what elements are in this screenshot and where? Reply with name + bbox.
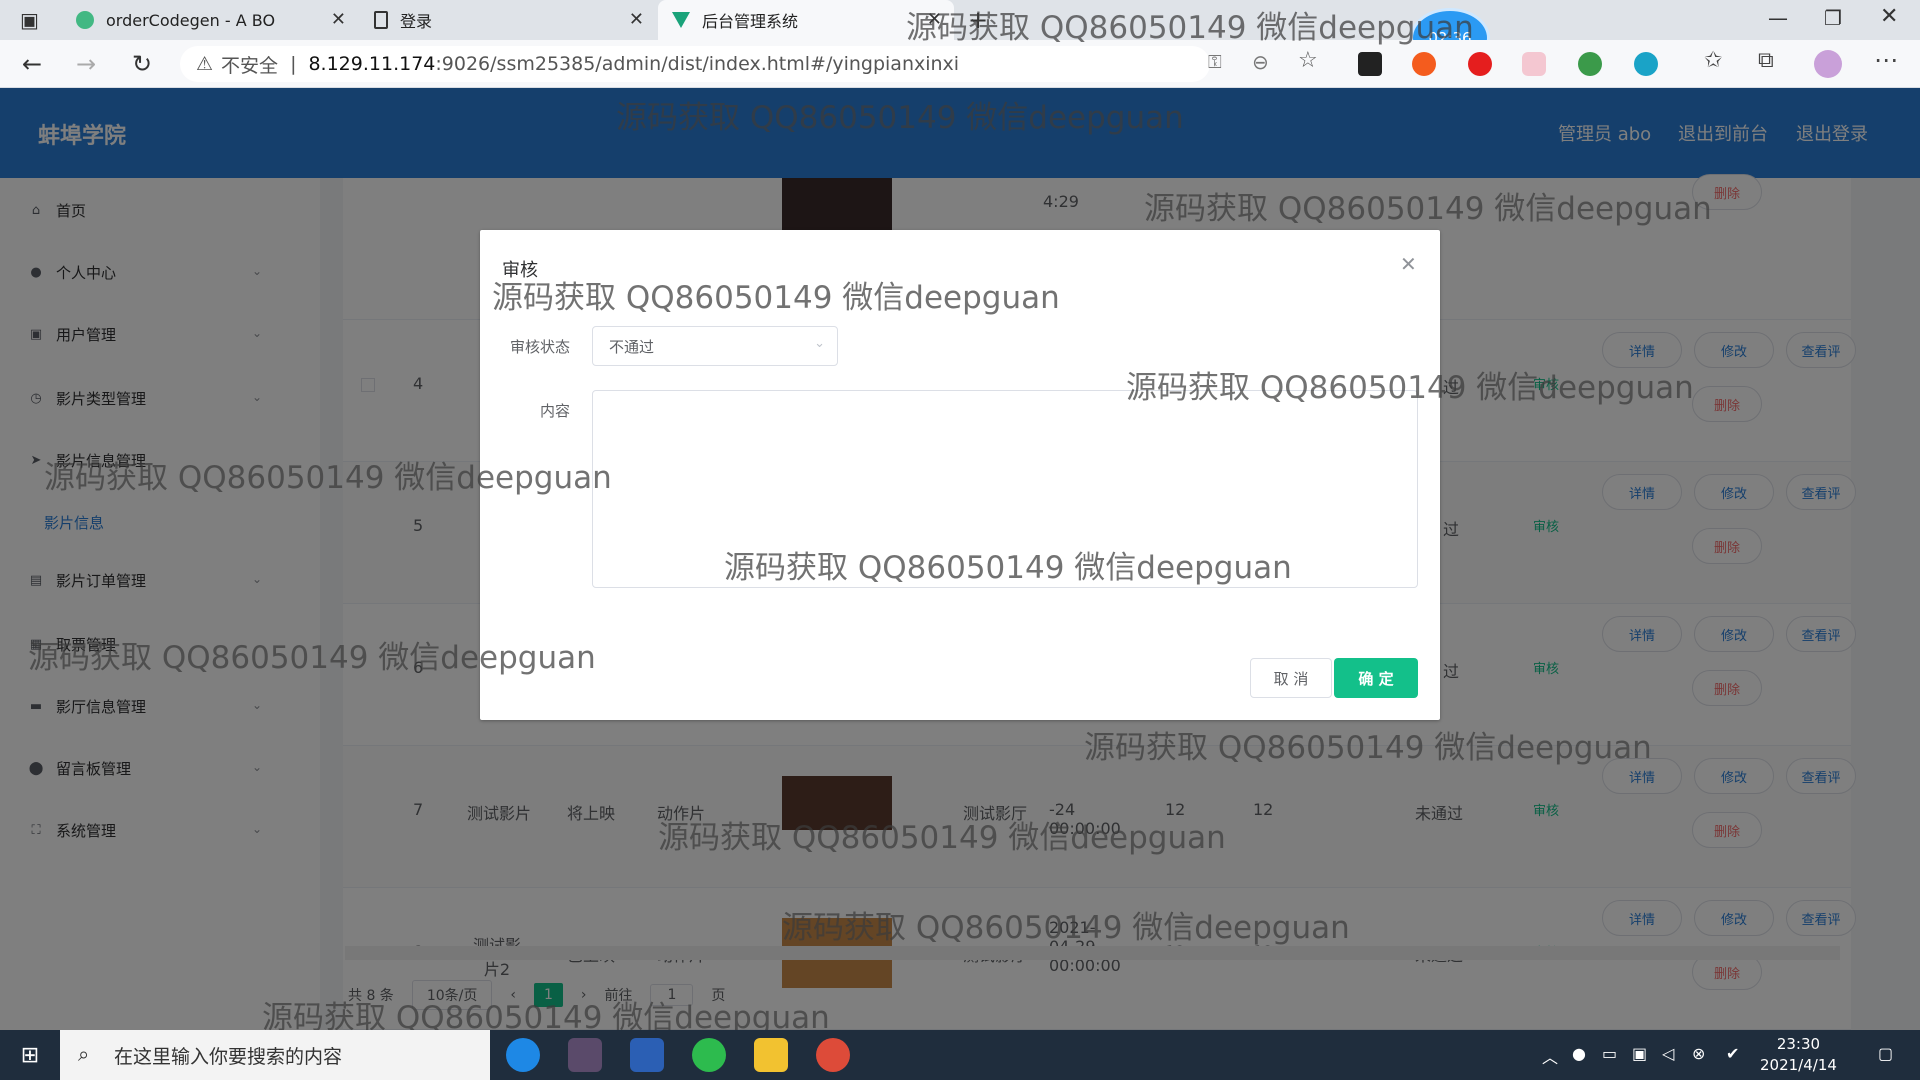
taskbar-search[interactable]: ⌕ 在这里输入你要搜索的内容 (60, 1030, 490, 1080)
url-path: :9026/ssm25385/admin/dist/index.html#/yi… (435, 53, 960, 75)
status-label: 审核状态 (509, 338, 570, 356)
not-secure-label: 不安全 (221, 54, 279, 77)
favorites-icon[interactable]: ✩ (1704, 48, 1722, 73)
url-field[interactable]: ⚠ 不安全 | 8.129.11.174 :9026/ssm25385/admi… (180, 46, 1210, 82)
reload-icon[interactable]: ↻ (132, 50, 152, 78)
search-placeholder: 在这里输入你要搜索的内容 (114, 1045, 343, 1068)
app-icon[interactable] (568, 1038, 602, 1072)
clock-date: 2021/4/14 (1760, 1056, 1837, 1074)
tab-login[interactable]: 登录 ✕ (360, 0, 656, 40)
extension-icon[interactable] (1358, 52, 1382, 76)
close-tab-icon[interactable]: ✕ (331, 9, 346, 30)
favorite-add-icon[interactable]: ☆ (1298, 48, 1318, 73)
content-label: 内容 (539, 402, 570, 420)
word-app-icon[interactable] (630, 1038, 664, 1072)
collections-icon[interactable]: ⧉ (1758, 48, 1774, 73)
browser-tab-bar: ▣ orderCodegen - A BO ✕ 登录 ✕ 后台管理系统 ✕ + … (0, 0, 1920, 68)
extension-icon[interactable] (1522, 52, 1546, 76)
minimize-icon[interactable]: — (1768, 6, 1788, 30)
tab-actions-icon[interactable]: ▣ (20, 8, 39, 32)
zoom-icon[interactable]: ⊖ (1252, 50, 1269, 74)
tab-ordercodegen[interactable]: orderCodegen - A BO ✕ (62, 0, 358, 40)
windows-start-icon[interactable]: ⊞ (0, 1030, 60, 1080)
extension-icon[interactable] (1634, 52, 1658, 76)
clock-time: 23:30 (1776, 1035, 1821, 1053)
extension-icon[interactable] (1578, 52, 1602, 76)
close-window-icon[interactable]: ✕ (1880, 4, 1898, 29)
file-explorer-icon[interactable] (754, 1038, 788, 1072)
edge-app-icon[interactable] (506, 1038, 540, 1072)
network-icon[interactable]: ▣ (1632, 1044, 1647, 1063)
wechat-app-icon[interactable] (692, 1038, 726, 1072)
maximize-icon[interactable]: ❐ (1824, 6, 1842, 30)
windows-taskbar: ⊞ ⌕ 在这里输入你要搜索的内容 ︿ ● ▭ ▣ ◁ ⊗ ✔ 23:30 202… (0, 1030, 1920, 1080)
select-value: 不通过 (609, 337, 655, 356)
dialog-title: 审核 (502, 260, 538, 281)
confirm-button[interactable]: 确 定 (1334, 658, 1418, 698)
close-tab-icon[interactable]: ✕ (927, 9, 942, 30)
notification-icon[interactable]: ▢ (1878, 1044, 1893, 1063)
volume-icon[interactable]: ◁ (1662, 1044, 1674, 1063)
tray-app-icon[interactable]: ● (1572, 1044, 1586, 1063)
tab-title: 后台管理系统 (702, 12, 799, 31)
mute-icon[interactable]: ⊗ (1692, 1044, 1705, 1063)
profile-avatar[interactable] (1814, 50, 1842, 78)
taskbar-clock[interactable]: 23:30 2021/4/14 (1760, 1034, 1837, 1076)
tab-admin[interactable]: 后台管理系统 ✕ (658, 0, 954, 40)
chevron-down-icon: ⌄ (814, 336, 825, 351)
tab-title: orderCodegen - A BO (106, 10, 276, 30)
url-divider: | (290, 53, 297, 75)
new-tab-icon[interactable]: + (968, 6, 988, 34)
key-icon[interactable]: ⚿ (1208, 52, 1222, 73)
warning-icon: ⚠ (196, 53, 214, 75)
audit-dialog: 审核 ✕ 审核状态 不通过 ⌄ 内容 取 消 确 定 (480, 230, 1440, 720)
vue-icon (76, 11, 94, 29)
content-textarea[interactable] (592, 390, 1418, 588)
extension-icon[interactable] (1412, 52, 1436, 76)
search-icon: ⌕ (78, 1042, 90, 1066)
tab-title: 登录 (400, 12, 433, 31)
page-icon (374, 11, 388, 29)
chrome-app-icon[interactable] (816, 1038, 850, 1072)
vue-icon (672, 12, 690, 28)
back-icon[interactable]: ← (22, 50, 42, 78)
check-icon[interactable]: ✔ (1726, 1044, 1739, 1063)
cancel-button[interactable]: 取 消 (1250, 658, 1332, 698)
close-tab-icon[interactable]: ✕ (629, 9, 644, 30)
more-icon[interactable]: ⋯ (1874, 46, 1898, 74)
forward-icon[interactable]: → (76, 50, 96, 78)
battery-icon[interactable]: ▭ (1602, 1044, 1617, 1063)
audit-status-select[interactable]: 不通过 ⌄ (592, 326, 838, 366)
tray-chevron-icon[interactable]: ︿ (1542, 1044, 1558, 1068)
url-host: 8.129.11.174 (308, 53, 436, 75)
address-bar-row: ← → ↻ ⚠ 不安全 | 8.129.11.174 :9026/ssm2538… (0, 40, 1920, 88)
extension-icon[interactable] (1468, 52, 1492, 76)
close-icon[interactable]: ✕ (1400, 252, 1417, 276)
